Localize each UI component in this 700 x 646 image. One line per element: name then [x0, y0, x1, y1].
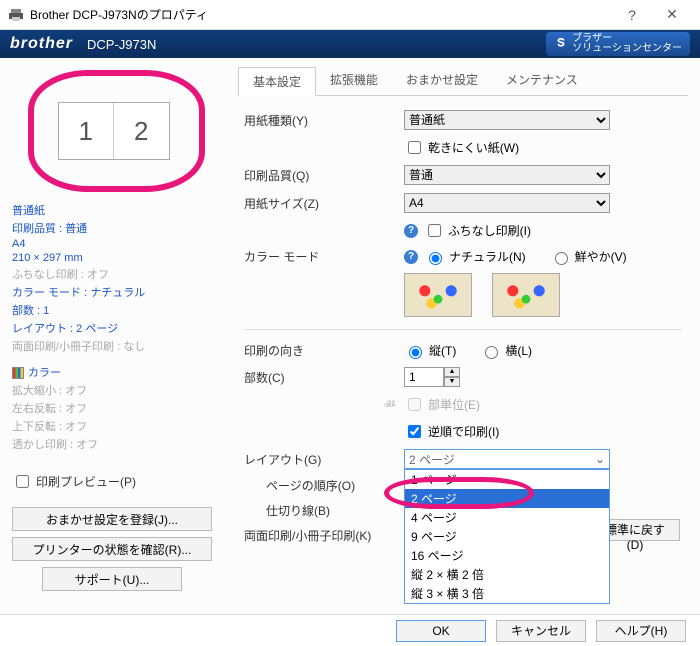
layout-select-value: 2 ページ: [409, 451, 455, 468]
quality-label: 印刷品質(Q): [244, 167, 404, 184]
tab-preset[interactable]: おまかせ設定: [392, 66, 492, 95]
layout-option[interactable]: 縦 3 × 横 3 倍: [405, 584, 609, 603]
layout-option[interactable]: 4 ページ: [405, 508, 609, 527]
colormode-vivid-thumb[interactable]: [492, 273, 560, 317]
layout-dropdown-list[interactable]: 1 ページ 2 ページ 4 ページ 9 ページ 16 ページ 縦 2 × 横 2…: [404, 469, 610, 604]
orient-label: 印刷の向き: [244, 342, 404, 359]
reverse-checkbox[interactable]: 逆順で印刷(I): [404, 422, 499, 441]
colormode-label: カラー モード: [244, 248, 404, 265]
colormode-natural-thumb[interactable]: [404, 273, 472, 317]
collate-checkbox: 部単位(E): [404, 395, 480, 414]
orient-portrait-radio[interactable]: 縦(T): [404, 342, 456, 359]
media-select[interactable]: 普通紙: [404, 110, 610, 130]
chevron-down-icon: ⌄: [595, 452, 605, 466]
help-button[interactable]: ヘルプ(H): [596, 620, 686, 642]
border-label: 仕切り線(B): [244, 502, 404, 519]
summary-quality: 印刷品質 : 普通: [12, 220, 220, 236]
support-button[interactable]: サポート(U)...: [42, 567, 182, 591]
cancel-button[interactable]: キャンセル: [496, 620, 586, 642]
summary-size: A4: [12, 238, 220, 250]
tab-maintenance[interactable]: メンテナンス: [492, 66, 592, 95]
summary-colormode: カラー モード : ナチュラル: [12, 284, 220, 300]
print-preview-checkbox[interactable]: 印刷プレビュー(P): [12, 472, 136, 491]
size-select[interactable]: A4: [404, 193, 610, 213]
layout-option[interactable]: 1 ページ: [405, 470, 609, 489]
summary-dim: 210 × 297 mm: [12, 252, 220, 264]
support-s-icon: [554, 37, 568, 51]
layout-option[interactable]: 2 ページ: [405, 489, 609, 508]
summary-color-head: カラー: [28, 367, 61, 379]
borderless-checkbox[interactable]: ふちなし印刷(I): [424, 221, 531, 240]
solution-center-link[interactable]: ブラザー ソリューションセンター: [546, 32, 690, 56]
window-title: Brother DCP-J973Nのプロパティ: [30, 6, 208, 23]
help-icon[interactable]: ?: [404, 224, 418, 238]
brand-logo: brother: [10, 35, 73, 53]
colormode-natural-radio[interactable]: ナチュラル(N): [424, 248, 526, 265]
help-icon-2[interactable]: ?: [404, 250, 418, 264]
copies-label: 部数(C): [244, 369, 404, 386]
summary-copies: 部数 : 1: [12, 302, 220, 318]
print-preview-label: 印刷プレビュー(P): [36, 473, 136, 490]
colormode-vivid-radio[interactable]: 鮮やか(V): [550, 248, 627, 265]
size-label: 用紙サイズ(Z): [244, 195, 404, 212]
summary-layout: レイアウト : 2 ページ: [12, 320, 220, 336]
summary-flip: 上下反転 : オフ: [12, 418, 220, 434]
layout-option[interactable]: 16 ページ: [405, 546, 609, 565]
summary-mirror: 左右反転 : オフ: [12, 400, 220, 416]
layout-select[interactable]: 2 ページ ⌄ 1 ページ 2 ページ 4 ページ 9 ページ 16 ページ 縦…: [404, 449, 682, 469]
pageorder-label: ページの順序(O): [244, 477, 404, 494]
copies-spinner[interactable]: ▲▼: [404, 367, 460, 387]
slowdry-checkbox[interactable]: 乾きにくい紙(W): [404, 138, 519, 157]
summary-watermark: 透かし印刷 : オフ: [12, 436, 220, 452]
print-preview-input[interactable]: [16, 475, 29, 488]
printer-icon: [8, 7, 24, 23]
preview-page-2: 2: [114, 103, 169, 159]
layout-option[interactable]: 9 ページ: [405, 527, 609, 546]
layout-option[interactable]: 縦 2 × 横 2 倍: [405, 565, 609, 584]
copies-up[interactable]: ▲: [444, 367, 460, 377]
model-label: DCP-J973N: [87, 37, 156, 52]
ok-button[interactable]: OK: [396, 620, 486, 642]
copies-down[interactable]: ▼: [444, 377, 460, 387]
tab-basic[interactable]: 基本設定: [238, 67, 316, 96]
summary-scale: 拡大縮小 : オフ: [12, 382, 220, 398]
summary-duplex: 両面印刷/小冊子印刷 : なし: [12, 338, 220, 354]
collate-icon: ▫²▫¹: [384, 397, 394, 412]
quality-select[interactable]: 普通: [404, 165, 610, 185]
media-label: 用紙種類(Y): [244, 112, 404, 129]
window-help-button[interactable]: ?: [612, 1, 652, 29]
register-preset-button[interactable]: おまかせ設定を登録(J)...: [12, 507, 212, 531]
solution-center-label: ブラザー ソリューションセンター: [572, 34, 682, 54]
layout-preview: 1 2: [34, 76, 199, 186]
tab-advanced[interactable]: 拡張機能: [316, 66, 392, 95]
printer-status-button[interactable]: プリンターの状態を確認(R)...: [12, 537, 212, 561]
copies-input[interactable]: [404, 367, 444, 387]
summary-media: 普通紙: [12, 202, 220, 218]
layout-label: レイアウト(G): [244, 451, 404, 468]
color-swatch-icon: [12, 367, 24, 379]
orient-landscape-radio[interactable]: 横(L): [480, 342, 532, 359]
preview-page-1: 1: [59, 103, 115, 159]
duplex-label: 両面印刷/小冊子印刷(K): [244, 527, 404, 544]
window-close-button[interactable]: ✕: [652, 1, 692, 29]
summary-borderless: ふちなし印刷 : オフ: [12, 266, 220, 282]
